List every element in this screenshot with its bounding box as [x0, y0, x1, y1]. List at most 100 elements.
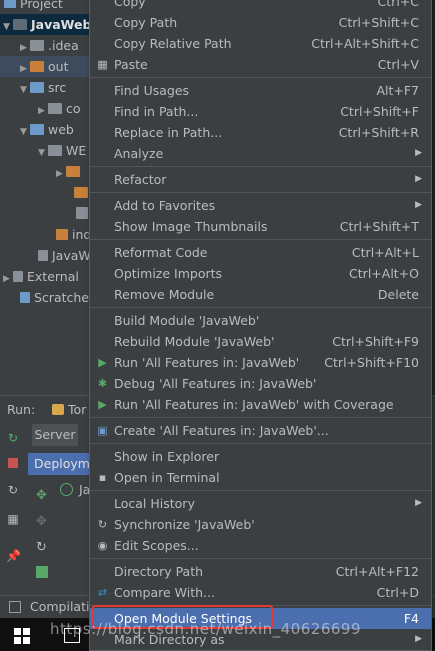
submenu-arrow-icon: ▶: [415, 174, 422, 184]
menu-item-refactor[interactable]: Refactor ▶: [90, 169, 431, 190]
menu-item-label: Run 'All Features in: JavaWeb' with Cove…: [114, 397, 394, 412]
menu-item-label: Replace in Path...: [114, 125, 223, 140]
menu-item-find-in-path[interactable]: Find in Path... Ctrl+Shift+F: [90, 101, 431, 122]
menu-item-shortcut: Ctrl+D: [376, 585, 419, 600]
menu-item-shortcut: Ctrl+Shift+R: [338, 125, 419, 140]
refresh-icon[interactable]: ↻: [6, 483, 20, 497]
tree-item-index[interactable]: ind: [0, 224, 91, 245]
menu-item-paste[interactable]: ▦ Paste Ctrl+V: [90, 54, 431, 75]
layout-icon[interactable]: ▦: [6, 512, 20, 526]
tree-item-external-libraries[interactable]: ▶ External: [0, 266, 79, 287]
tree-item-scratches[interactable]: Scratche: [0, 287, 89, 308]
tomcat-icon: [52, 404, 64, 415]
menu-item-synchronize-javaweb[interactable]: ↻ Synchronize 'JavaWeb': [90, 514, 431, 535]
menu-item-copy-relative-path[interactable]: Copy Relative Path Ctrl+Alt+Shift+C: [90, 33, 431, 54]
menu-item-create-all-features-in-javaweb[interactable]: ▣ Create 'All Features in: JavaWeb'...: [90, 420, 431, 441]
menu-item-label: Show Image Thumbnails: [114, 219, 268, 234]
coverage-icon: ▶: [98, 398, 107, 411]
folder-icon: [30, 61, 44, 72]
package-icon: [48, 103, 62, 114]
deployment-item[interactable]: Ja: [60, 482, 90, 497]
menu-item-label: Reformat Code: [114, 245, 208, 260]
menu-item-open-in-terminal[interactable]: ▪ Open in Terminal: [90, 467, 431, 488]
terminal-icon: ▪: [98, 471, 107, 484]
menu-item-find-usages[interactable]: Find Usages Alt+F7: [90, 80, 431, 101]
tree-item-out[interactable]: ▶ out: [0, 56, 100, 77]
menu-item-shortcut: Delete: [377, 287, 419, 302]
menu-item-label: Copy: [114, 0, 146, 9]
library-icon: [13, 271, 23, 282]
tab-tomcat[interactable]: Tor: [52, 402, 86, 417]
project-header[interactable]: Project: [4, 0, 63, 14]
undeploy-icon[interactable]: ✥: [36, 514, 47, 529]
tree-item-javaweb[interactable]: ▼ JavaWeb: [0, 14, 100, 35]
menu-item-directory-path[interactable]: Directory Path Ctrl+Alt+F12: [90, 561, 431, 582]
tab-server[interactable]: Server: [32, 424, 78, 446]
project-tool-window: Project ▼ JavaWeb ▶ .idea ▶ out ▼ src ▶ co ▼ w…: [0, 0, 100, 395]
tree-item-web[interactable]: ▼ web: [0, 119, 74, 140]
menu-item-show-image-thumbnails[interactable]: Show Image Thumbnails Ctrl+Shift+T: [90, 216, 431, 237]
tree-item-config[interactable]: [0, 203, 92, 224]
tree-item-iml[interactable]: JavaW: [0, 245, 91, 266]
menu-item-label: Optimize Imports: [114, 266, 223, 281]
iml-file-icon: [38, 250, 48, 261]
tree-item-src[interactable]: ▼ src: [0, 77, 66, 98]
menu-item-remove-module[interactable]: Remove Module Delete: [90, 284, 431, 305]
menu-item-label: Build Module 'JavaWeb': [114, 313, 260, 328]
menu-item-copy-path[interactable]: Copy Path Ctrl+Shift+C: [90, 12, 431, 33]
menu-item-run-all-features-in-javaweb[interactable]: ▶ Run 'All Features in: JavaWeb' Ctrl+Shif…: [90, 352, 431, 373]
menu-item-reformat-code[interactable]: Reformat Code Ctrl+Alt+L: [90, 242, 431, 263]
menu-item-analyze[interactable]: Analyze ▶: [90, 143, 431, 164]
config-file-icon: [76, 207, 88, 219]
rerun-icon[interactable]: ↻: [6, 431, 20, 445]
menu-item-label: Paste: [114, 57, 148, 72]
menu-item-label: Copy Path: [114, 15, 178, 30]
menu-item-optimize-imports[interactable]: Optimize Imports Ctrl+Alt+O: [90, 263, 431, 284]
compare-icon: ⇄: [97, 586, 108, 599]
menu-item-label: Rebuild Module 'JavaWeb': [114, 334, 275, 349]
tree-item-idea[interactable]: ▶ .idea: [0, 35, 79, 56]
menu-item-shortcut: Ctrl+Alt+Shift+C: [311, 36, 419, 51]
stop-icon[interactable]: [6, 457, 20, 471]
tree-item-web-inf[interactable]: ▼ WE: [0, 140, 86, 161]
menu-item-edit-scopes[interactable]: ◉ Edit Scopes...: [90, 535, 431, 556]
menu-item-compare-with[interactable]: ⇄ Compare With... Ctrl+D: [90, 582, 431, 603]
scratches-icon: [20, 292, 30, 303]
menu-item-copy[interactable]: Copy Ctrl+C: [90, 0, 431, 12]
windows-start-icon[interactable]: [14, 628, 30, 644]
tree-item-file[interactable]: [0, 182, 92, 203]
menu-item-shortcut: Ctrl+Shift+T: [339, 219, 419, 234]
menu-item-rebuild-module-javaweb[interactable]: Rebuild Module 'JavaWeb' Ctrl+Shift+F9: [90, 331, 431, 352]
menu-item-label: Open in Terminal: [114, 470, 220, 485]
pin-icon[interactable]: 📌: [6, 549, 21, 563]
menu-item-build-module-javaweb[interactable]: Build Module 'JavaWeb': [90, 310, 431, 331]
menu-item-local-history[interactable]: Local History ▶: [90, 493, 431, 514]
menu-item-shortcut: Ctrl+Shift+F10: [324, 355, 419, 370]
project-icon: [4, 0, 16, 8]
menu-item-debug-all-features-in-javaweb[interactable]: ✱ Debug 'All Features in: JavaWeb': [90, 373, 431, 394]
submenu-arrow-icon: ▶: [415, 634, 422, 644]
tree-item-co[interactable]: ▶ co: [0, 98, 81, 119]
menu-item-add-to-favorites[interactable]: Add to Favorites ▶: [90, 195, 431, 216]
artifact-icon[interactable]: [36, 566, 48, 578]
menu-item-shortcut: Ctrl+Shift+F9: [332, 334, 419, 349]
menu-item-label: Local History: [114, 496, 195, 511]
menu-separator: [90, 490, 431, 491]
redeploy-icon[interactable]: ↻: [36, 540, 47, 555]
menu-item-shortcut: Alt+F7: [376, 83, 419, 98]
menu-separator: [90, 558, 431, 559]
menu-item-shortcut: Ctrl+Shift+C: [338, 15, 419, 30]
status-square-icon: [9, 601, 21, 613]
menu-item-replace-in-path[interactable]: Replace in Path... Ctrl+Shift+R: [90, 122, 431, 143]
menu-item-label: Create 'All Features in: JavaWeb'...: [114, 423, 329, 438]
menu-item-show-in-explorer[interactable]: Show in Explorer: [90, 446, 431, 467]
tree-item-subfolder[interactable]: ▶: [0, 161, 84, 182]
menu-item-label: Remove Module: [114, 287, 215, 302]
jsp-file-icon: [56, 229, 68, 240]
menu-item-run-all-features-in-javaweb-with-coverage[interactable]: ▶ Run 'All Features in: JavaWeb' with Cov…: [90, 394, 431, 415]
menu-item-label: Show in Explorer: [114, 449, 220, 464]
menu-separator: [90, 239, 431, 240]
check-circle-icon: [60, 483, 73, 496]
submenu-arrow-icon: ▶: [415, 148, 422, 158]
deploy-icon[interactable]: ✥: [36, 488, 47, 503]
